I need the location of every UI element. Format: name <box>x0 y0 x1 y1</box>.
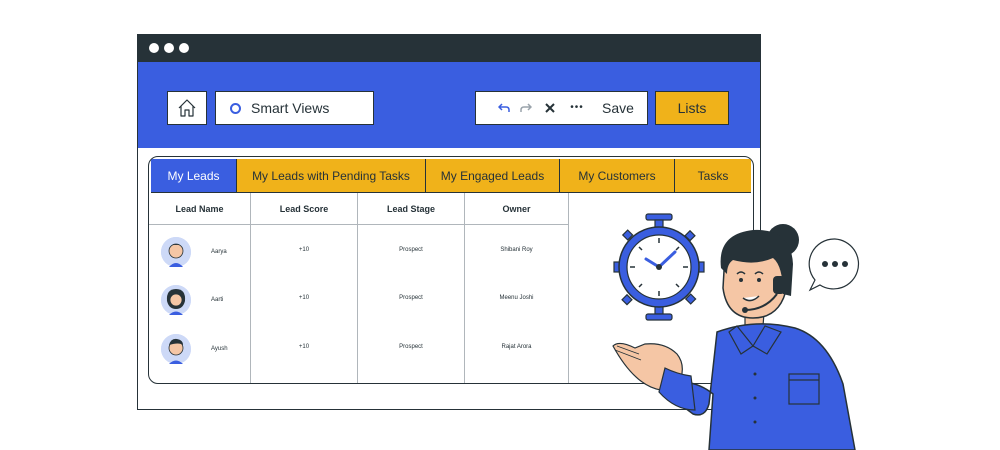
owner-name: Shibani Roy <box>500 247 533 253</box>
lead-score-column: +10 +10 +10 <box>251 225 358 383</box>
avatar-face-icon <box>161 237 191 267</box>
close-button[interactable] <box>542 92 558 123</box>
column-header-lead-score[interactable]: Lead Score <box>251 193 358 225</box>
lists-button[interactable]: Lists <box>655 91 729 125</box>
tab-engaged-leads[interactable]: My Engaged Leads <box>426 159 560 193</box>
save-button[interactable]: Save <box>598 92 638 123</box>
tab-tasks[interactable]: Tasks <box>675 159 751 193</box>
column-header-owner[interactable]: Owner <box>465 193 569 225</box>
home-button[interactable] <box>167 91 207 125</box>
column-header-lead-name[interactable]: Lead Name <box>149 193 251 225</box>
lead-name: Aarti <box>211 297 224 303</box>
owner-name: Rajat Arora <box>501 344 532 350</box>
undo-button[interactable] <box>496 92 512 123</box>
lead-name-column: Aarya Aarti Ayush <box>149 225 251 383</box>
smart-views-label: Smart Views <box>251 100 330 116</box>
tab-pending-tasks[interactable]: My Leads with Pending Tasks <box>237 159 426 193</box>
header-bar: Smart Views ••• Save Lists <box>138 62 760 148</box>
smart-views-field[interactable]: Smart Views <box>215 91 374 125</box>
window-dot[interactable] <box>164 43 174 53</box>
undo-icon <box>498 102 510 112</box>
lead-score: +10 <box>298 295 310 301</box>
lead-name: Aarya <box>211 249 227 255</box>
window-dot[interactable] <box>179 43 189 53</box>
lead-stage-column: Prospect Prospect Prospect <box>358 225 465 383</box>
tab-my-leads[interactable]: My Leads <box>151 159 237 193</box>
table-row[interactable]: Aarya <box>149 237 250 267</box>
avatar <box>161 237 191 267</box>
title-bar <box>138 35 760 62</box>
table-row[interactable]: Aarti <box>149 285 250 315</box>
lead-stage: Prospect <box>399 295 423 301</box>
owner-column: Shibani Roy Meenu Joshi Rajat Arora <box>465 225 569 383</box>
close-icon <box>545 102 555 113</box>
lead-score: +10 <box>298 344 310 350</box>
lead-score: +10 <box>298 247 310 253</box>
redo-button[interactable] <box>518 92 534 123</box>
owner-name: Meenu Joshi <box>499 295 534 301</box>
tab-customers[interactable]: My Customers <box>560 159 675 193</box>
lead-stage: Prospect <box>399 247 423 253</box>
lead-name: Ayush <box>211 346 228 352</box>
circle-icon <box>230 102 241 114</box>
support-agent-illustration <box>612 224 856 450</box>
tab-bar: My Leads My Leads with Pending Tasks My … <box>151 159 751 193</box>
column-header-lead-stage[interactable]: Lead Stage <box>358 193 465 225</box>
more-button[interactable]: ••• <box>566 92 588 123</box>
action-toolbar: ••• Save <box>475 91 648 125</box>
home-icon <box>178 99 196 117</box>
avatar <box>161 285 191 315</box>
table-row[interactable]: Ayush <box>149 334 250 364</box>
redo-icon <box>520 102 532 112</box>
lead-stage: Prospect <box>399 344 423 350</box>
avatar-face-icon <box>161 285 191 315</box>
window-dot[interactable] <box>149 43 159 53</box>
avatar <box>161 334 191 364</box>
avatar-face-icon <box>161 334 191 364</box>
